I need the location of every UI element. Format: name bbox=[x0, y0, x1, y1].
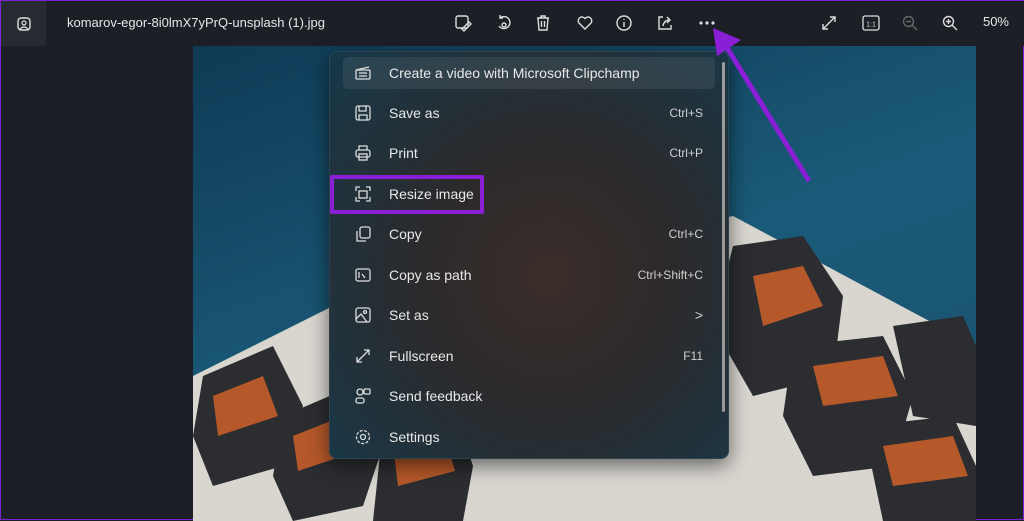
copy-icon bbox=[353, 224, 373, 244]
settings-icon bbox=[353, 427, 373, 447]
resize-image-highlight-box bbox=[330, 175, 484, 214]
file-name: komarov-egor-8i0lmX7yPrQ-unsplash (1).jp… bbox=[67, 15, 325, 30]
menu-item-copy-as-path[interactable]: Copy as path Ctrl+Shift+C bbox=[343, 259, 715, 291]
menu-item-fullscreen[interactable]: Fullscreen F11 bbox=[343, 340, 715, 372]
actual-size-icon[interactable]: 1:1 bbox=[859, 12, 883, 34]
svg-text:1:1: 1:1 bbox=[866, 22, 876, 29]
top-toolbar: komarov-egor-8i0lmX7yPrQ-unsplash (1).jp… bbox=[1, 1, 1024, 46]
menu-item-settings[interactable]: Settings bbox=[343, 421, 715, 453]
menu-item-copy[interactable]: Copy Ctrl+C bbox=[343, 218, 715, 250]
menu-item-label: Set as bbox=[389, 307, 429, 323]
info-icon[interactable] bbox=[612, 12, 636, 34]
chevron-right-icon: > bbox=[694, 307, 703, 323]
save-icon bbox=[353, 103, 373, 123]
rotate-icon[interactable] bbox=[492, 12, 516, 34]
fullscreen-icon bbox=[353, 346, 373, 366]
menu-item-label: Save as bbox=[389, 105, 440, 121]
menu-item-shortcut: F11 bbox=[683, 349, 703, 363]
photos-app-icon[interactable] bbox=[1, 1, 46, 46]
menu-item-set-as[interactable]: Set as > bbox=[343, 299, 715, 331]
menu-item-label: Print bbox=[389, 145, 418, 161]
share-icon[interactable] bbox=[653, 12, 677, 34]
menu-item-shortcut: Ctrl+P bbox=[669, 146, 703, 160]
clipchamp-icon bbox=[353, 63, 373, 83]
annotation-arrow bbox=[713, 28, 812, 183]
copy-path-icon bbox=[353, 265, 373, 285]
menu-item-create-a-video-with-microsoft-clipchamp[interactable]: Create a video with Microsoft Clipchamp bbox=[343, 57, 715, 89]
heart-icon[interactable] bbox=[573, 12, 597, 34]
print-icon bbox=[353, 143, 373, 163]
menu-item-shortcut: Ctrl+S bbox=[669, 106, 703, 120]
menu-item-label: Fullscreen bbox=[389, 348, 454, 364]
zoom-in-icon[interactable] bbox=[938, 12, 962, 34]
zoom-out-icon bbox=[898, 12, 922, 34]
set-as-icon bbox=[353, 305, 373, 325]
feedback-icon bbox=[353, 386, 373, 406]
menu-item-label: Send feedback bbox=[389, 388, 483, 404]
menu-item-shortcut: Ctrl+C bbox=[668, 227, 703, 241]
menu-item-send-feedback[interactable]: Send feedback bbox=[343, 380, 715, 412]
menu-item-label: Copy bbox=[389, 226, 422, 242]
menu-item-save-as[interactable]: Save as Ctrl+S bbox=[343, 97, 715, 129]
delete-icon[interactable] bbox=[531, 12, 555, 34]
menu-item-label: Settings bbox=[389, 429, 440, 445]
menu-item-print[interactable]: Print Ctrl+P bbox=[343, 137, 715, 169]
edit-icon[interactable] bbox=[451, 12, 475, 34]
menu-item-shortcut: Ctrl+Shift+C bbox=[637, 268, 703, 282]
zoom-level[interactable]: 50% bbox=[983, 14, 1009, 29]
menu-item-label: Create a video with Microsoft Clipchamp bbox=[389, 65, 640, 81]
menu-item-label: Copy as path bbox=[389, 267, 472, 283]
